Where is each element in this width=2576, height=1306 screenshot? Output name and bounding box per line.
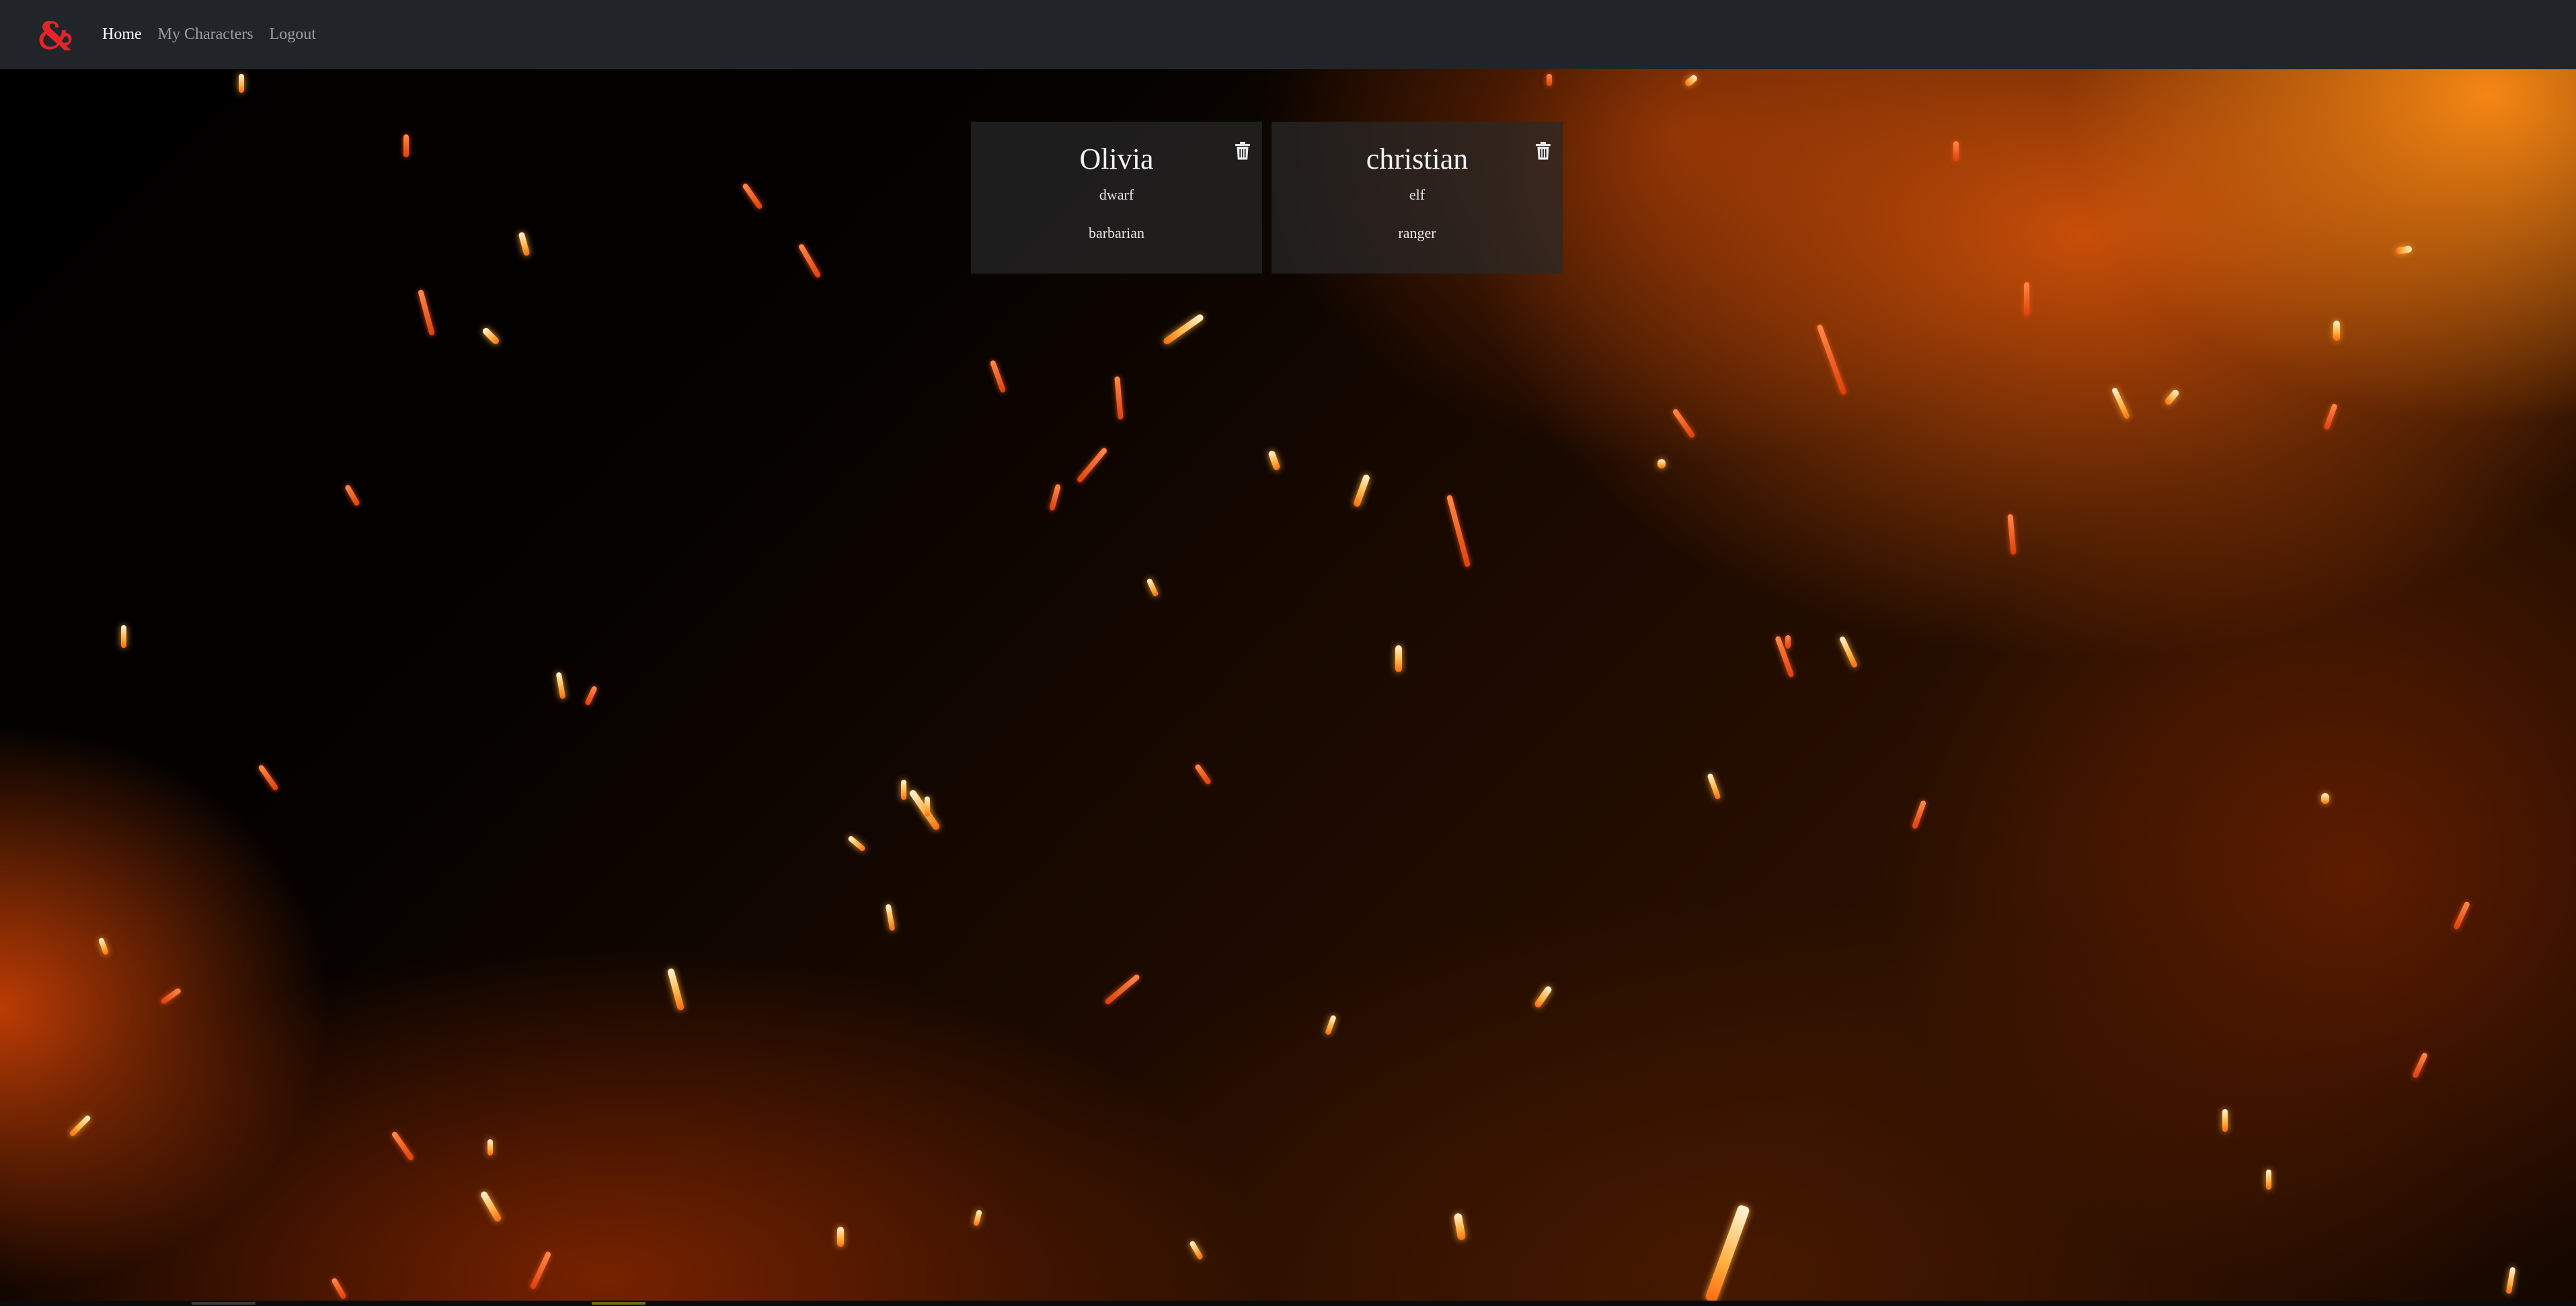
spark [847, 835, 867, 852]
spark [901, 780, 906, 800]
spark [481, 326, 501, 346]
spark [1707, 772, 1721, 801]
spark [2321, 793, 2329, 804]
spark [885, 903, 896, 932]
character-card[interactable]: christian elf ranger [1272, 122, 1563, 274]
spark [159, 987, 182, 1006]
spark [121, 625, 126, 648]
spark [2222, 1109, 2228, 1132]
spark [925, 797, 930, 817]
spark [2505, 1266, 2516, 1295]
spark [989, 360, 1007, 393]
spark [344, 484, 360, 507]
spark [1267, 450, 1281, 471]
spark [2395, 245, 2413, 255]
character-card[interactable]: Olivia dwarf barbarian [971, 122, 1262, 274]
spark [2024, 282, 2029, 316]
character-class: barbarian [1088, 225, 1145, 241]
trash-icon [1235, 142, 1250, 160]
spark [1189, 1240, 1204, 1260]
navbar: Home My Characters Logout [0, 0, 2576, 69]
spark [1194, 763, 1212, 786]
character-race: elf [1409, 186, 1426, 203]
delete-character-button[interactable] [1234, 142, 1251, 161]
spark [487, 1139, 493, 1155]
spark [1146, 577, 1159, 598]
spark [837, 1227, 844, 1247]
spark [555, 671, 566, 700]
delete-character-button[interactable] [1534, 142, 1552, 161]
spark [529, 1251, 552, 1290]
spark [1547, 74, 1552, 86]
spark [69, 1114, 91, 1137]
nav-link-my-characters[interactable]: My Characters [158, 26, 253, 44]
character-name: Olivia [1079, 142, 1154, 175]
spark [2163, 388, 2181, 407]
spark [2453, 901, 2470, 930]
character-class: ranger [1398, 225, 1436, 241]
page: Home My Characters Logout Olivia dwarf b… [0, 0, 2576, 1306]
spark [1446, 494, 1471, 568]
spark [1704, 1204, 1751, 1303]
spark [418, 289, 435, 336]
spark [1114, 376, 1124, 420]
spark [973, 1209, 982, 1227]
dnd-logo-icon[interactable] [35, 17, 75, 53]
spark [1162, 313, 1205, 346]
spark [1672, 408, 1696, 439]
strip-segment [192, 1302, 256, 1305]
spark [2111, 386, 2131, 420]
spark [2323, 403, 2338, 431]
spark [2007, 514, 2017, 555]
spark [1533, 985, 1553, 1009]
spark [666, 967, 685, 1012]
spark [742, 182, 763, 210]
spark [2333, 321, 2340, 341]
spark [797, 243, 822, 279]
spark [518, 231, 531, 257]
strip-segment [592, 1302, 646, 1305]
spark [1048, 483, 1062, 512]
nav-links: Home My Characters Logout [102, 26, 332, 44]
spark [258, 764, 279, 792]
spark [97, 937, 110, 956]
trash-icon [1536, 142, 1551, 160]
character-cards: Olivia dwarf barbarian christian elf ran… [971, 122, 1563, 274]
spark [2266, 1170, 2271, 1190]
character-race: dwarf [1099, 186, 1134, 203]
spark [1395, 645, 1402, 672]
spark [2411, 1052, 2429, 1079]
character-name: christian [1366, 142, 1469, 175]
spark [239, 74, 244, 93]
spark [1352, 473, 1371, 508]
nav-link-logout[interactable]: Logout [270, 26, 316, 44]
spark [1785, 635, 1791, 649]
spark [1953, 141, 1959, 161]
spark [1325, 1014, 1337, 1036]
spark [331, 1277, 347, 1300]
bottom-scroll-strip [0, 1301, 2576, 1306]
spark [1103, 973, 1141, 1006]
spark [391, 1131, 415, 1161]
spark [1911, 799, 1927, 830]
spark [479, 1190, 502, 1223]
spark [403, 134, 409, 157]
spark [1657, 459, 1666, 468]
spark [1076, 446, 1108, 484]
spark [584, 685, 598, 706]
spark [1684, 73, 1699, 88]
nav-link-home[interactable]: Home [102, 26, 142, 44]
spark [1774, 635, 1795, 678]
spark [1453, 1213, 1467, 1241]
spark [1816, 323, 1847, 396]
spark [1838, 635, 1859, 669]
